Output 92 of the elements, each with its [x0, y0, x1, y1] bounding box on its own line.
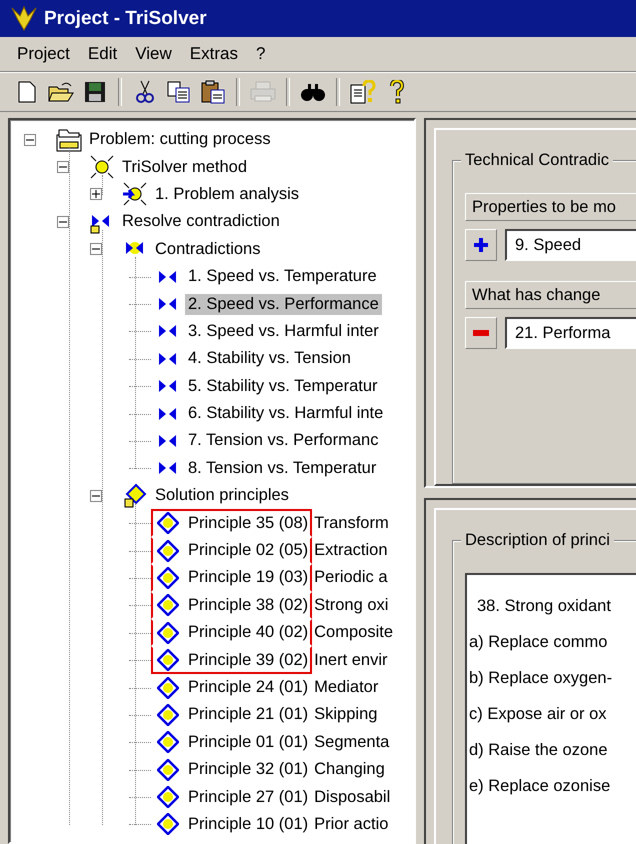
expand-toggle[interactable] — [24, 134, 36, 146]
new-file-icon — [18, 81, 36, 103]
tree-item[interactable]: 5. Stability vs. Temperatur — [185, 376, 381, 397]
tree-item[interactable]: 8. Tension vs. Temperatur — [185, 458, 380, 479]
principle-number[interactable]: Principle 24 (01) — [185, 677, 308, 698]
plus-icon — [473, 237, 489, 253]
menu-item[interactable]: Extras — [182, 42, 245, 66]
sign-button[interactable] — [465, 317, 497, 349]
principle-name[interactable]: Mediator — [312, 677, 382, 698]
principle-name[interactable]: Skipping — [312, 704, 380, 726]
principle-number[interactable]: Principle 32 (01) — [185, 759, 308, 780]
menu-item[interactable]: Edit — [80, 42, 124, 66]
menu-item[interactable]: View — [128, 42, 179, 66]
diamond-icon — [157, 758, 179, 781]
description-text: a) Replace commo — [468, 633, 608, 652]
expand-toggle[interactable] — [90, 243, 102, 256]
description-text: c) Expose air or ox — [468, 705, 608, 724]
diamond-icon — [157, 676, 179, 698]
principle-name[interactable]: Segmenta — [312, 732, 392, 753]
sun-arrow-icon — [122, 181, 148, 208]
plus-icon — [92, 190, 100, 198]
printer-icon — [250, 81, 276, 103]
description-text: e) Replace ozonise — [468, 777, 612, 796]
diamond-icon — [157, 512, 179, 534]
tree-item[interactable]: 1. Problem analysis — [152, 184, 302, 205]
principle-number[interactable]: Principle 01 (01) — [185, 732, 308, 753]
diamond-icon — [157, 786, 179, 808]
tree-item[interactable]: 6. Stability vs. Harmful inte — [185, 403, 386, 424]
diamond-icon — [157, 731, 179, 754]
sun-icon — [89, 154, 115, 180]
binoculars-icon — [301, 82, 325, 102]
principle-number[interactable]: Principle 35 (08) — [185, 512, 308, 534]
menu-item[interactable]: Project — [10, 42, 77, 66]
description-text: 38. Strong oxidant — [476, 597, 612, 616]
minus-icon — [473, 330, 489, 336]
principle-number[interactable]: Principle 19 (03) — [185, 567, 308, 588]
expand-toggle[interactable] — [57, 216, 69, 228]
diamond-icon — [157, 540, 179, 562]
principle-name[interactable]: Disposabil — [312, 786, 394, 808]
principle-name[interactable]: Inert envir — [312, 650, 391, 671]
diamond-icon — [157, 649, 179, 672]
app-logo-icon — [10, 6, 38, 32]
principle-name[interactable]: Extraction — [312, 540, 391, 562]
diamond-icon — [157, 622, 179, 644]
diamond-icon — [157, 813, 179, 836]
diamond-icon — [157, 704, 179, 726]
tree-item[interactable]: Problem: cutting process — [86, 129, 274, 150]
tree-item[interactable]: Solution principles — [152, 485, 292, 506]
principle-number[interactable]: Principle 02 (05) — [185, 540, 308, 562]
tree-item[interactable]: Resolve contradiction — [119, 211, 283, 232]
diamond-group-icon — [122, 482, 148, 509]
principle-name[interactable]: Prior actio — [312, 814, 392, 835]
tree-item[interactable]: 4. Stability vs. Tension — [185, 348, 354, 370]
scissors-icon — [136, 80, 154, 104]
folder-box-icon — [55, 126, 83, 153]
principle-name[interactable]: Strong oxi — [312, 594, 392, 616]
window-title: Project - TriSolver — [44, 8, 207, 30]
tree-item[interactable]: 1. Speed vs. Temperature — [185, 266, 380, 288]
expand-toggle[interactable] — [90, 188, 102, 200]
diamond-icon — [157, 594, 179, 616]
help-document-icon — [350, 80, 376, 104]
clipboard-icon — [201, 80, 225, 104]
field-label: Properties to be mo — [465, 193, 636, 221]
text-field[interactable]: 21. Performa — [505, 317, 636, 349]
diamond-icon — [157, 566, 179, 589]
tree-item[interactable]: 7. Tension vs. Performanc — [185, 430, 382, 452]
tree-item[interactable]: 3. Speed vs. Harmful inter — [185, 320, 382, 342]
principle-number[interactable]: Principle 21 (01) — [185, 704, 308, 726]
description-text: b) Replace oxygen- — [468, 669, 614, 688]
principle-name[interactable]: Periodic a — [312, 567, 391, 588]
tree-item[interactable]: 2. Speed vs. Performance — [185, 294, 382, 315]
tree-item[interactable]: Contradictions — [152, 238, 264, 260]
principle-name[interactable]: Transform — [312, 512, 392, 534]
principle-name[interactable]: Composite — [312, 622, 396, 644]
principle-number[interactable]: Principle 10 (01) — [185, 814, 308, 835]
open-folder-icon — [48, 81, 74, 103]
copy-icon — [167, 81, 191, 103]
text-field[interactable]: 9. Speed — [505, 229, 636, 261]
help-icon — [390, 80, 404, 104]
description-text: d) Raise the ozone — [468, 741, 609, 760]
menu-item[interactable]: ? — [248, 42, 272, 66]
field-label: What has change — [465, 281, 636, 309]
principle-name[interactable]: Changing — [312, 759, 388, 780]
principle-number[interactable]: Principle 40 (02) — [185, 622, 308, 644]
group-title: Description of princi — [461, 531, 614, 550]
principle-number[interactable]: Principle 39 (02) — [185, 650, 308, 671]
principle-number[interactable]: Principle 38 (02) — [185, 594, 308, 616]
tree-item[interactable]: TriSolver method — [119, 156, 250, 178]
sign-button[interactable] — [465, 229, 497, 261]
expand-toggle[interactable] — [57, 161, 69, 174]
principle-number[interactable]: Principle 27 (01) — [185, 786, 308, 808]
expand-toggle[interactable] — [90, 490, 102, 502]
